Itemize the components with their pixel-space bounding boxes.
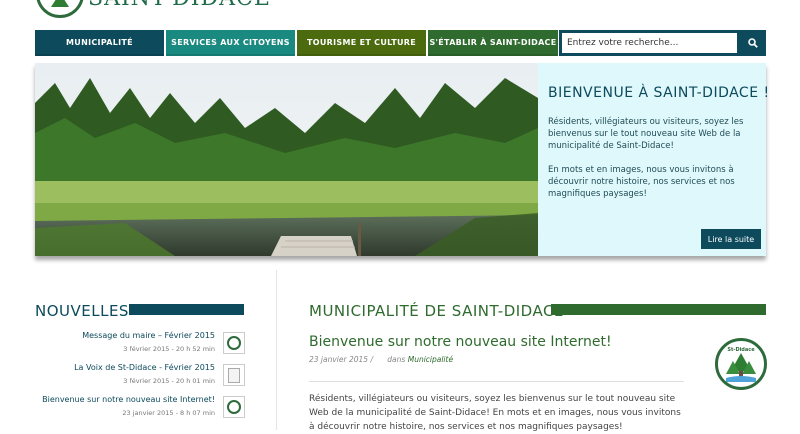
hero-slider: BIENVENUE À SAINT-DIDACE ! Résidents, vi…	[35, 63, 769, 256]
nav-services[interactable]: SERVICES AUX CITOYENS	[166, 30, 295, 56]
welcome-panel: BIENVENUE À SAINT-DIDACE ! Résidents, vi…	[538, 63, 769, 256]
news-item[interactable]: Message du maire – Février 2015 3 févrie…	[40, 331, 245, 357]
read-more-button[interactable]: Lire la suite	[701, 229, 761, 249]
post-title[interactable]: Bienvenue sur notre nouveau site Interne…	[309, 334, 612, 350]
seal-icon	[227, 400, 241, 414]
news-thumbnail[interactable]	[223, 332, 245, 354]
nav-etablir[interactable]: S'ÉTABLIR À SAINT-DIDACE	[428, 30, 558, 56]
post-meta: 23 janvier 2015 / dans Municipalité	[309, 355, 453, 364]
hero-landscape-image	[35, 63, 538, 256]
landscape-illustration	[35, 63, 538, 256]
post-date: 23 janvier 2015	[309, 355, 369, 364]
main-heading: MUNICIPALITÉ DE SAINT-DIDACE	[309, 302, 564, 320]
nav-tourisme[interactable]: TOURISME ET CULTURE	[297, 30, 426, 56]
welcome-paragraph-2: En mots et en images, nous vous invitons…	[548, 165, 735, 199]
municipal-seal: St-Didace	[715, 338, 767, 390]
column-divider	[276, 270, 277, 430]
search-input[interactable]	[562, 33, 737, 53]
news-thumbnail[interactable]	[223, 396, 245, 418]
document-icon	[228, 367, 240, 383]
site-header: SAINT-DIDACE	[0, 0, 800, 28]
news-item-date: 23 janvier 2015 - 8 h 07 min	[122, 409, 215, 417]
seal-icon	[227, 336, 241, 350]
news-item[interactable]: La Voix de St-Didace - Février 2015 3 fé…	[40, 363, 245, 389]
news-item-title[interactable]: Message du maire – Février 2015	[82, 331, 215, 340]
post-separator-line	[309, 381, 684, 382]
meta-separator: /	[370, 355, 373, 364]
news-heading-bar	[129, 304, 244, 315]
search-button[interactable]	[744, 35, 762, 51]
news-heading: NOUVELLES	[35, 302, 129, 320]
search-icon	[748, 38, 758, 48]
main-heading-bar	[551, 304, 766, 315]
welcome-paragraph-1: Résidents, villégiateurs ou visiteurs, s…	[548, 117, 744, 151]
logo[interactable]	[36, 0, 84, 18]
post-in-label: dans	[387, 355, 406, 364]
news-item-date: 3 février 2015 - 20 h 52 min	[123, 345, 215, 353]
news-item-title[interactable]: La Voix de St-Didace - Février 2015	[74, 363, 215, 372]
tree-icon	[726, 353, 756, 382]
news-item[interactable]: Bienvenue sur notre nouveau site Interne…	[40, 395, 245, 421]
nav-municipalite[interactable]: MUNICIPALITÉ	[35, 30, 164, 56]
welcome-title: BIENVENUE À SAINT-DIDACE !	[548, 85, 770, 101]
news-thumbnail[interactable]	[223, 364, 245, 386]
tree-icon	[51, 0, 69, 7]
search-bar	[559, 30, 766, 56]
news-item-date: 3 février 2015 - 20 h 01 min	[123, 377, 215, 385]
post-category-link[interactable]: Municipalité	[408, 355, 453, 364]
site-name[interactable]: SAINT-DIDACE	[88, 0, 271, 11]
news-item-title[interactable]: Bienvenue sur notre nouveau site Interne…	[42, 395, 215, 404]
post-body: Résidents, villégiateurs ou visiteurs, s…	[309, 394, 681, 432]
